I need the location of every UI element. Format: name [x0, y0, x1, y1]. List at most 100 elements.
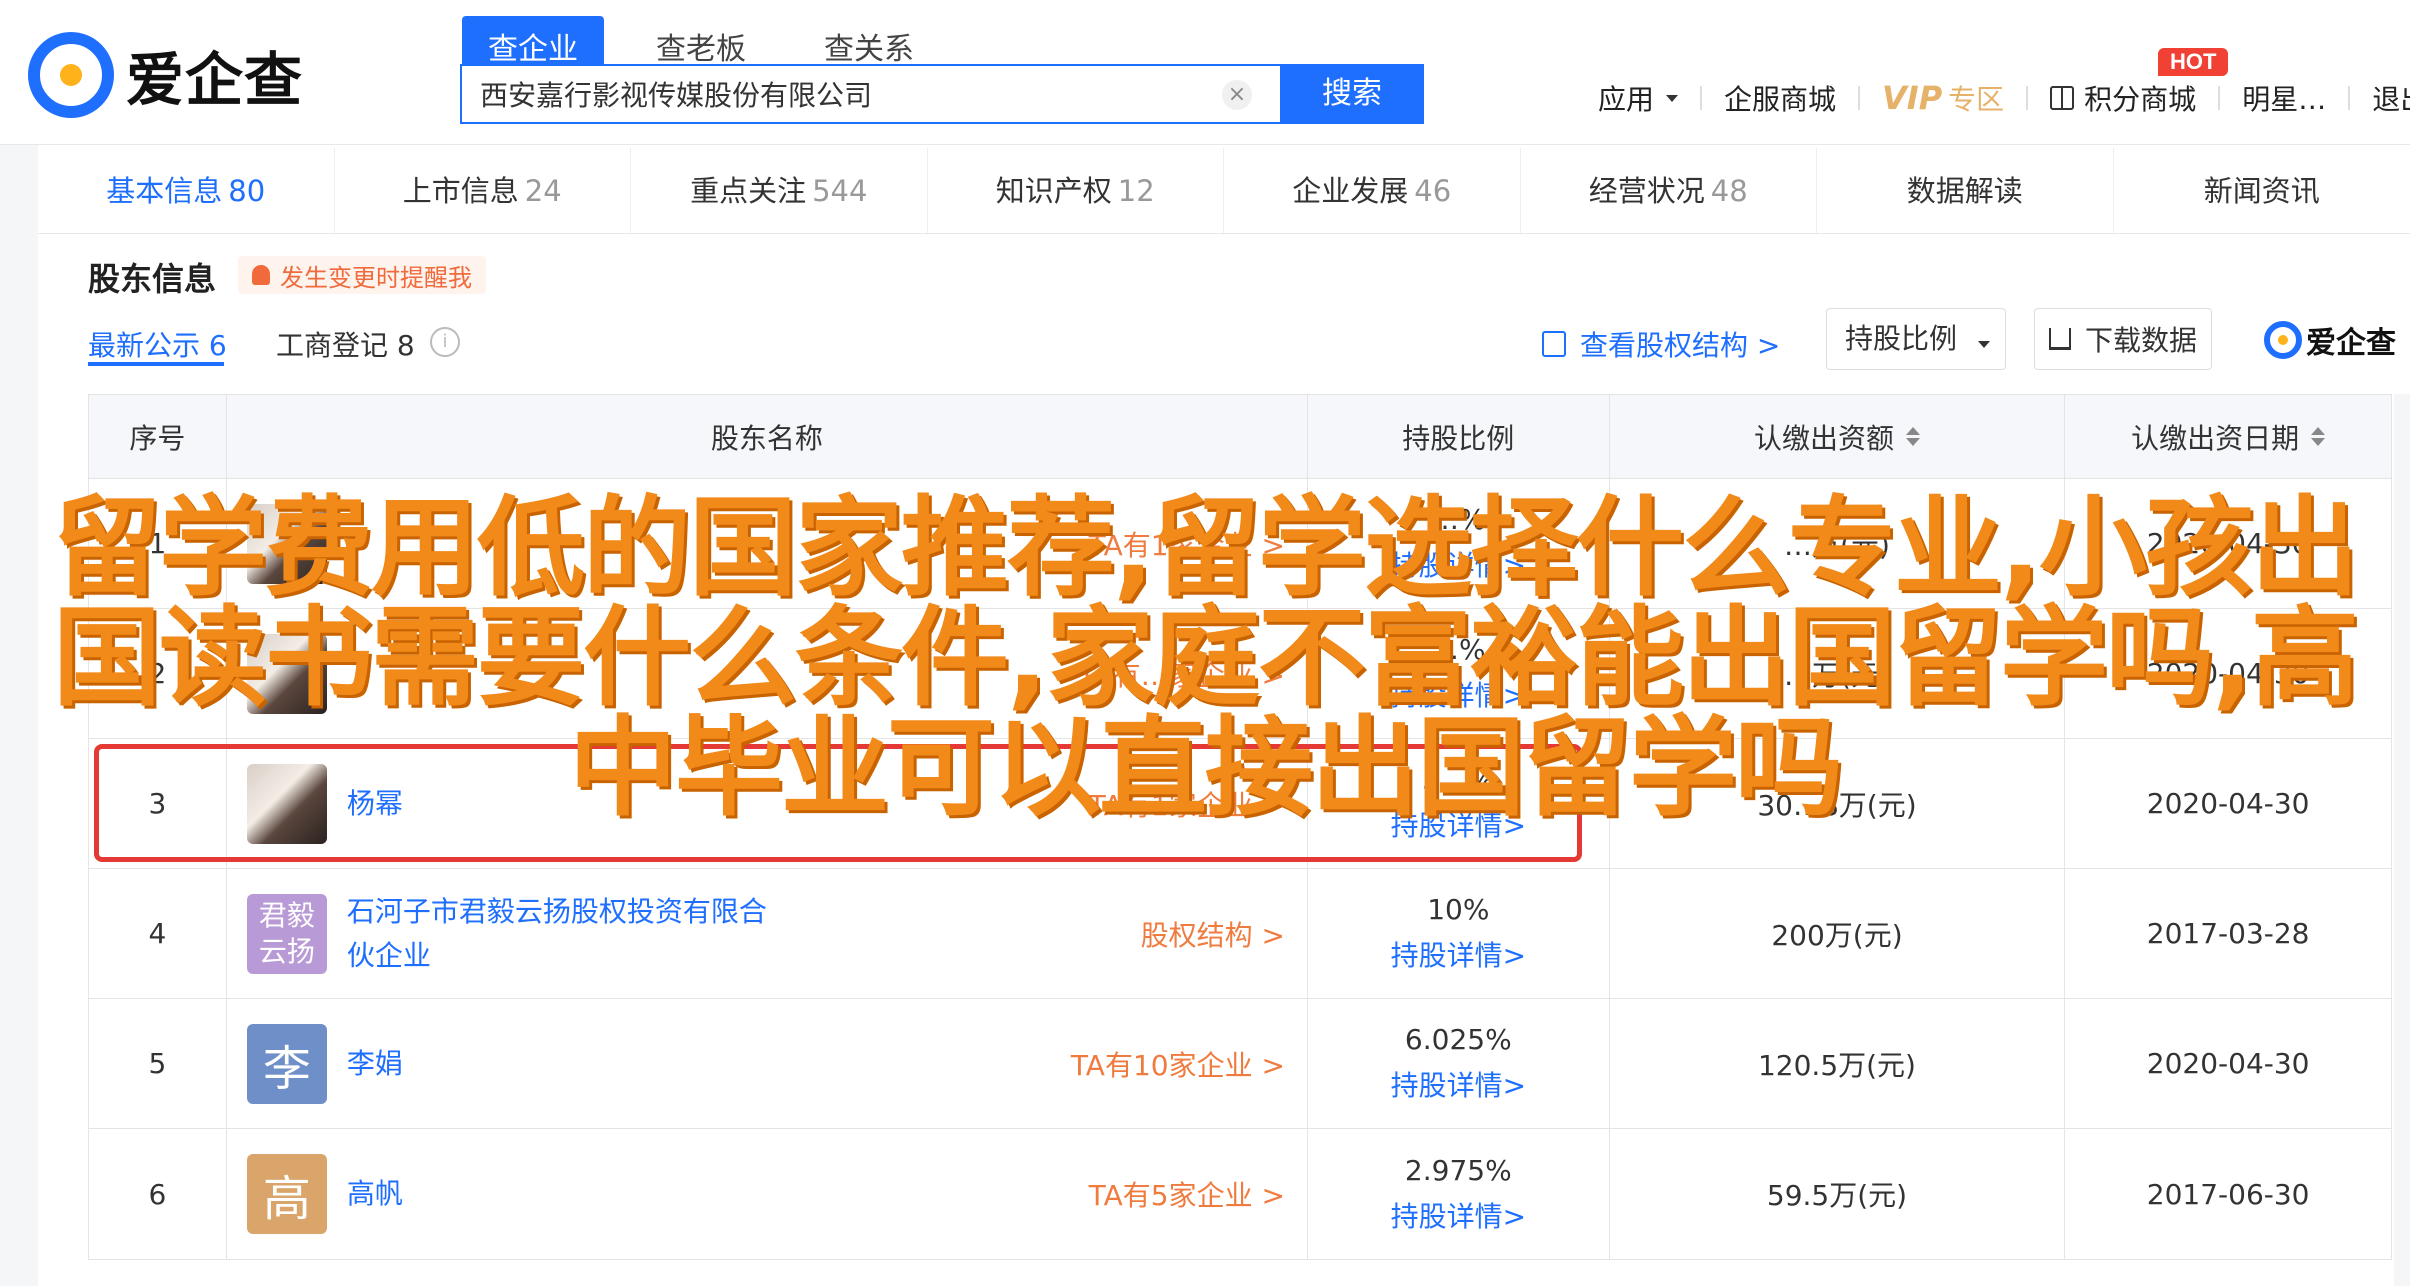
cell-name: TA有…家企业 >	[227, 609, 1308, 738]
holder-companies-link[interactable]: TA有1家企业 >	[1089, 524, 1285, 564]
shareholder-table: 序号 股东名称 持股比例 认缴出资额 认缴出资日期 1 TA有1家企业 > …%…	[88, 394, 2392, 1260]
holder-companies-link[interactable]: TA有10家企业 >	[1071, 1044, 1285, 1084]
tab-listing-info[interactable]: 上市信息 24	[335, 148, 631, 233]
cell-name: 李 李娟 TA有10家企业 >	[227, 999, 1308, 1128]
cell-date: 2017-06-30	[2146, 1177, 2310, 1211]
tab-label: 数据解读	[1906, 174, 2023, 208]
tab-data-insights[interactable]: 数据解读	[1817, 148, 2114, 233]
col-header-date-label: 认缴出资日期	[2131, 421, 2300, 455]
section-tabs: 基本信息 80 上市信息 24 重点关注 544 知识产权 12 企业发展 46 经营状况…	[38, 148, 2410, 234]
holder-companies-link[interactable]: TA有1家企业 >	[1089, 784, 1285, 824]
search-button[interactable]: 搜索	[1280, 64, 1424, 124]
cell-amount: 200万(元)	[1610, 869, 2066, 998]
search-tab-company[interactable]: 查企业	[462, 16, 604, 67]
cell-amount: …万(元)	[1610, 609, 2066, 738]
ratio-value: 10%	[1427, 893, 1490, 926]
nav-apps[interactable]: 应用	[1598, 78, 1679, 118]
ratio-sort-select[interactable]: 持股比例	[1826, 308, 2006, 370]
divider	[2026, 86, 2029, 110]
cell-ratio: 5…% 持股详情>	[1308, 739, 1610, 868]
download-button[interactable]: 下载数据	[2034, 308, 2212, 370]
view-equity-structure-link[interactable]: 查看股权结构 >	[1542, 324, 1780, 364]
col-header-no: 序号	[89, 395, 227, 478]
holder-name-link[interactable]: 高帆	[347, 1172, 787, 1216]
col-header-amount[interactable]: 认缴出资额	[1610, 395, 2066, 478]
holding-detail-link[interactable]: 持股详情>	[1391, 1064, 1526, 1104]
hot-badge: HOT	[2158, 48, 2229, 76]
brand-logo[interactable]: 爱企查	[28, 32, 303, 118]
logo-mark-icon	[28, 32, 114, 118]
tab-basic-info[interactable]: 基本信息 80	[38, 148, 335, 233]
table-row: 2 TA有…家企业 > …% 持股详情> …万(元) 2020-04-30	[89, 609, 2391, 739]
tab-count: 24	[524, 174, 562, 208]
tab-count: 544	[812, 174, 868, 208]
holder-name-link[interactable]: 石河子市君毅云扬股权投资有限合伙企业	[347, 890, 787, 978]
tab-latest-disclosure[interactable]: 最新公示 6	[88, 324, 227, 364]
top-header: 爱企查 查企业 查老板 查关系 × 搜索 HOT 应用 企服商城 VIP 专区 …	[0, 0, 2410, 145]
cell-no: 4	[89, 869, 227, 998]
download-icon	[2048, 328, 2071, 350]
tab-news[interactable]: 新闻资讯	[2114, 148, 2410, 233]
cell-date: 2020-04-30	[2146, 527, 2310, 560]
nav-user[interactable]: 明星…	[2242, 78, 2326, 118]
cell-amount: 59.5万(元)	[1610, 1129, 2066, 1259]
table-row: 1 TA有1家企业 > …% 持股详情> …万(元) 2020-04-30	[89, 479, 2391, 609]
ratio-value: …%	[1431, 633, 1486, 666]
tab-business-registry[interactable]: 工商登记 8	[276, 324, 415, 364]
nav-points[interactable]: 积分商城	[2050, 78, 2196, 118]
holder-companies-link[interactable]: TA有5家企业 >	[1089, 1174, 1285, 1214]
divider	[1700, 86, 1703, 110]
cell-name: TA有1家企业 >	[227, 479, 1308, 608]
tab-operations[interactable]: 经营状况 48	[1521, 148, 1817, 233]
col-header-date[interactable]: 认缴出资日期	[2065, 395, 2391, 478]
cell-ratio: …% 持股详情>	[1308, 609, 1610, 738]
cell-date: 2020-04-30	[2146, 657, 2310, 690]
right-gutter	[2394, 394, 2410, 1286]
avatar: 李	[246, 1023, 327, 1104]
search-tab-relation[interactable]: 查关系	[798, 16, 940, 67]
watermark-logo: 爱企查	[2264, 318, 2396, 362]
sort-icon	[1905, 427, 1920, 446]
tab-development[interactable]: 企业发展 46	[1224, 148, 1521, 233]
view-structure-label: 查看股权结构 >	[1580, 329, 1781, 362]
section-title: 股东信息	[88, 260, 217, 298]
search-tab-boss[interactable]: 查老板	[630, 16, 772, 67]
ratio-value: …%	[1431, 503, 1486, 536]
table-row: 6 高 高帆 TA有5家企业 > 2.975% 持股详情> 59.5万(元) 2…	[89, 1129, 2391, 1259]
info-icon[interactable]: i	[430, 327, 460, 357]
download-label: 下载数据	[2084, 324, 2197, 357]
avatar	[246, 633, 327, 714]
cell-amount: 120.5万(元)	[1610, 999, 2066, 1128]
holder-companies-link[interactable]: TA有…家企业 >	[1078, 654, 1284, 694]
top-nav: 应用 企服商城 VIP 专区 积分商城 明星… 退出	[1598, 78, 2410, 118]
search-input[interactable]	[480, 76, 1250, 112]
holding-detail-link[interactable]: 持股详情>	[1391, 544, 1526, 584]
avatar	[246, 763, 327, 844]
nav-logout[interactable]: 退出	[2372, 78, 2410, 118]
holding-detail-link[interactable]: 持股详情>	[1391, 804, 1526, 844]
holding-detail-link[interactable]: 持股详情>	[1391, 674, 1526, 714]
ratio-value: 5…%	[1422, 763, 1495, 796]
avatar	[246, 503, 327, 584]
holding-detail-link[interactable]: 持股详情>	[1391, 934, 1526, 974]
tab-key-focus[interactable]: 重点关注 544	[631, 148, 928, 233]
divider	[2218, 86, 2221, 110]
tab-count: 46	[1414, 174, 1452, 208]
cell-no: 6	[89, 1129, 227, 1259]
nav-vip[interactable]: VIP 专区	[1882, 78, 2004, 118]
nav-mall[interactable]: 企服商城	[1724, 78, 1836, 118]
cell-ratio: 10% 持股详情>	[1308, 869, 1610, 998]
tab-ip[interactable]: 知识产权 12	[928, 148, 1224, 233]
ratio-select-label: 持股比例	[1845, 322, 1958, 355]
cell-date: 2020-04-30	[2146, 1047, 2310, 1080]
equity-structure-link[interactable]: 股权结构 >	[1141, 914, 1285, 954]
clear-icon[interactable]: ×	[1222, 80, 1252, 110]
holder-name-link[interactable]: 李娟	[347, 1042, 787, 1086]
holder-name-link[interactable]: 杨幂	[347, 782, 787, 826]
table-row: 4 君毅云扬 石河子市君毅云扬股权投资有限合伙企业 股权结构 > 10% 持股详…	[89, 869, 2391, 999]
cell-name: 杨幂 TA有1家企业 >	[227, 739, 1308, 868]
table-row: 5 李 李娟 TA有10家企业 > 6.025% 持股详情> 120.5万(元)…	[89, 999, 2391, 1129]
change-alert-button[interactable]: 发生变更时提醒我	[238, 256, 486, 294]
holding-detail-link[interactable]: 持股详情>	[1391, 1195, 1526, 1235]
logo-mark-icon	[2264, 321, 2302, 359]
